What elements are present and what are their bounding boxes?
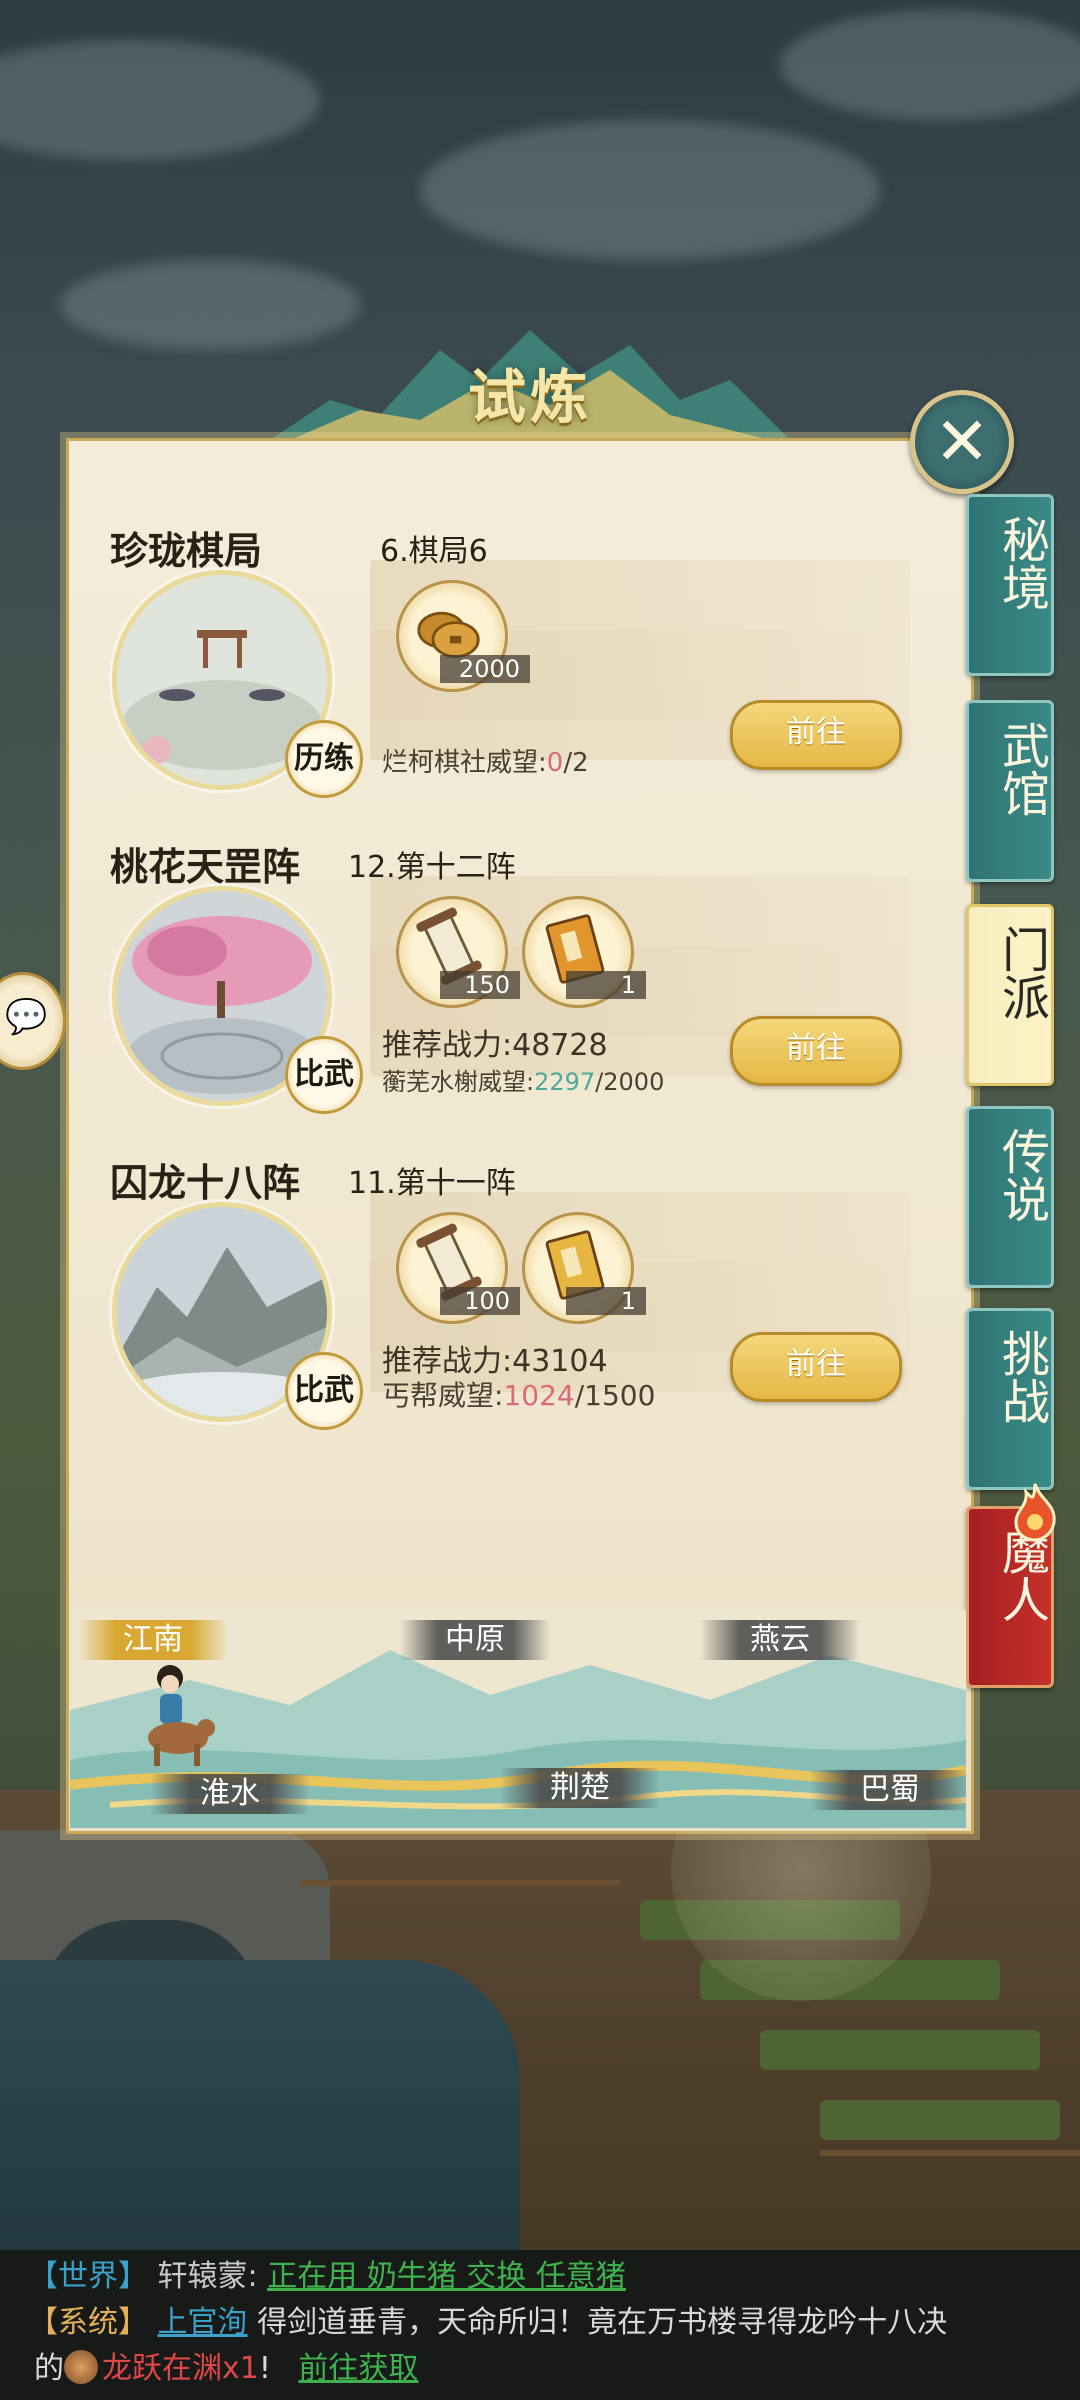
tab-label: 秘境 [993,515,1049,611]
power-value: 48728 [512,1028,608,1063]
trial-name: 囚龙十八阵 [110,1160,301,1205]
reputation-max: /1500 [574,1379,656,1412]
reputation-current: 0 [546,748,564,778]
tab-label: 武馆 [993,721,1049,817]
reputation-label: 蘅芜水榭威望: [382,1068,535,1096]
tab-label: 挑战 [993,1329,1049,1425]
region-jingchu[interactable]: 荆楚 [500,1768,660,1808]
region-huaishui[interactable]: 淮水 [150,1774,310,1814]
tab-tiaozhan[interactable]: 挑战 [966,1308,1054,1490]
reward-count: 1 [566,1287,646,1315]
chat-channel-tag: 【世界】 [28,2259,148,2294]
trial-stage: 12.第十二阵 [348,850,516,885]
chat-text: 得剑道垂青，天命所归！竟在万书楼寻得龙吟十八决 [257,2305,948,2340]
go-button[interactable]: 前往 [730,700,902,770]
reputation-label: 丐帮威望: [382,1379,504,1412]
chat-message-system[interactable]: 【系统】 上官洵 得剑道垂青，天命所归！竟在万书楼寻得龙吟十八决 [28,2300,947,2346]
trial-name: 桃花天罡阵 [110,844,301,889]
chat-panel[interactable]: 【世界】 轩辕蒙: 正在用 奶牛猪 交换 任意猪 【系统】 上官洵 得剑道垂青，… [0,2250,1080,2400]
trial-row: 桃花天罡阵 12.第十二阵 比武 150 1 推荐战力:48728 蘅芜水榭威望… [90,836,940,1126]
chat-channel-tag: 【系统】 [28,2305,148,2340]
fire-icon [1014,1483,1056,1542]
tab-label: 传说 [993,1127,1049,1223]
trial-stage: 6.棋局6 [380,534,488,569]
reputation-label: 烂柯棋社威望: [382,748,547,778]
region-jiangnan[interactable]: 江南 [78,1620,228,1660]
trial-type-badge: 比武 [285,1352,363,1430]
reputation-current: 1024 [503,1379,575,1412]
go-button[interactable]: 前往 [730,1332,902,1402]
reputation-line: 烂柯棋社威望:0/2 [382,742,589,779]
chat-text: 的 [34,2351,64,2386]
chat-sender: 轩辕蒙: [157,2259,258,2294]
chat-float-button[interactable]: 💬 [0,972,66,1070]
tab-wuguan[interactable]: 武馆 [966,700,1054,882]
item-icon [64,2350,98,2384]
region-bashu[interactable]: 巴蜀 [810,1770,966,1810]
power-label: 推荐战力: [382,1028,513,1063]
reward-count: 2000 [440,655,530,683]
tab-chuanshuo[interactable]: 传说 [966,1106,1054,1288]
page-title: 试炼 [467,363,592,431]
recommended-power: 推荐战力:48728 [382,1020,608,1064]
chat-player-link[interactable]: 上官洵 [158,2305,248,2340]
region-yanyun[interactable]: 燕云 [700,1620,860,1660]
trial-row: 珍珑棋局 6.棋局6 历练 2000 烂柯棋社威望:0/2 前往 [90,520,940,810]
trial-name: 珍珑棋局 [110,528,263,573]
chat-acquire-link[interactable]: 前往获取 [298,2351,418,2386]
tab-label: 门派 [993,925,1049,1021]
chat-message-world[interactable]: 【世界】 轩辕蒙: 正在用 奶牛猪 交换 任意猪 [28,2254,626,2300]
trial-type-badge: 历练 [285,720,363,798]
reputation-current: 2297 [534,1068,596,1096]
tab-menpai[interactable]: 门派 [966,904,1054,1086]
region-zhongyuan[interactable]: 中原 [400,1620,550,1660]
title-banner: 试炼 [270,300,790,450]
close-icon: ✕ [934,403,990,480]
reputation-line: 丐帮威望:1024/1500 [382,1374,655,1414]
trial-type-badge: 比武 [285,1036,363,1114]
reward-count: 1 [566,971,646,999]
chat-trade-link[interactable]: 正在用 奶牛猪 交换 任意猪 [267,2259,626,2294]
tab-mijing[interactable]: 秘境 [966,494,1054,676]
reputation-max: /2000 [595,1068,665,1096]
player-rider-icon [148,1665,215,1766]
chat-bubble-icon: 💬 [5,997,48,1037]
chat-message-system-cont[interactable]: 的 龙跃在渊x1! 前往获取 [34,2346,418,2392]
reward-count: 150 [440,971,520,999]
trial-stage: 11.第十一阵 [348,1166,516,1201]
reward-count: 100 [440,1287,520,1315]
close-button[interactable]: ✕ [910,390,1014,494]
chat-text: ! [258,2351,271,2386]
reputation-max: /2 [563,748,589,778]
chat-item-name: 龙跃在渊x1 [102,2351,259,2386]
reputation-line: 蘅芜水榭威望:2297/2000 [382,1062,664,1097]
go-button[interactable]: 前往 [730,1016,902,1086]
trial-row: 囚龙十八阵 11.第十一阵 比武 100 1 推荐战力:43104 丐帮威望:1… [90,1152,940,1442]
